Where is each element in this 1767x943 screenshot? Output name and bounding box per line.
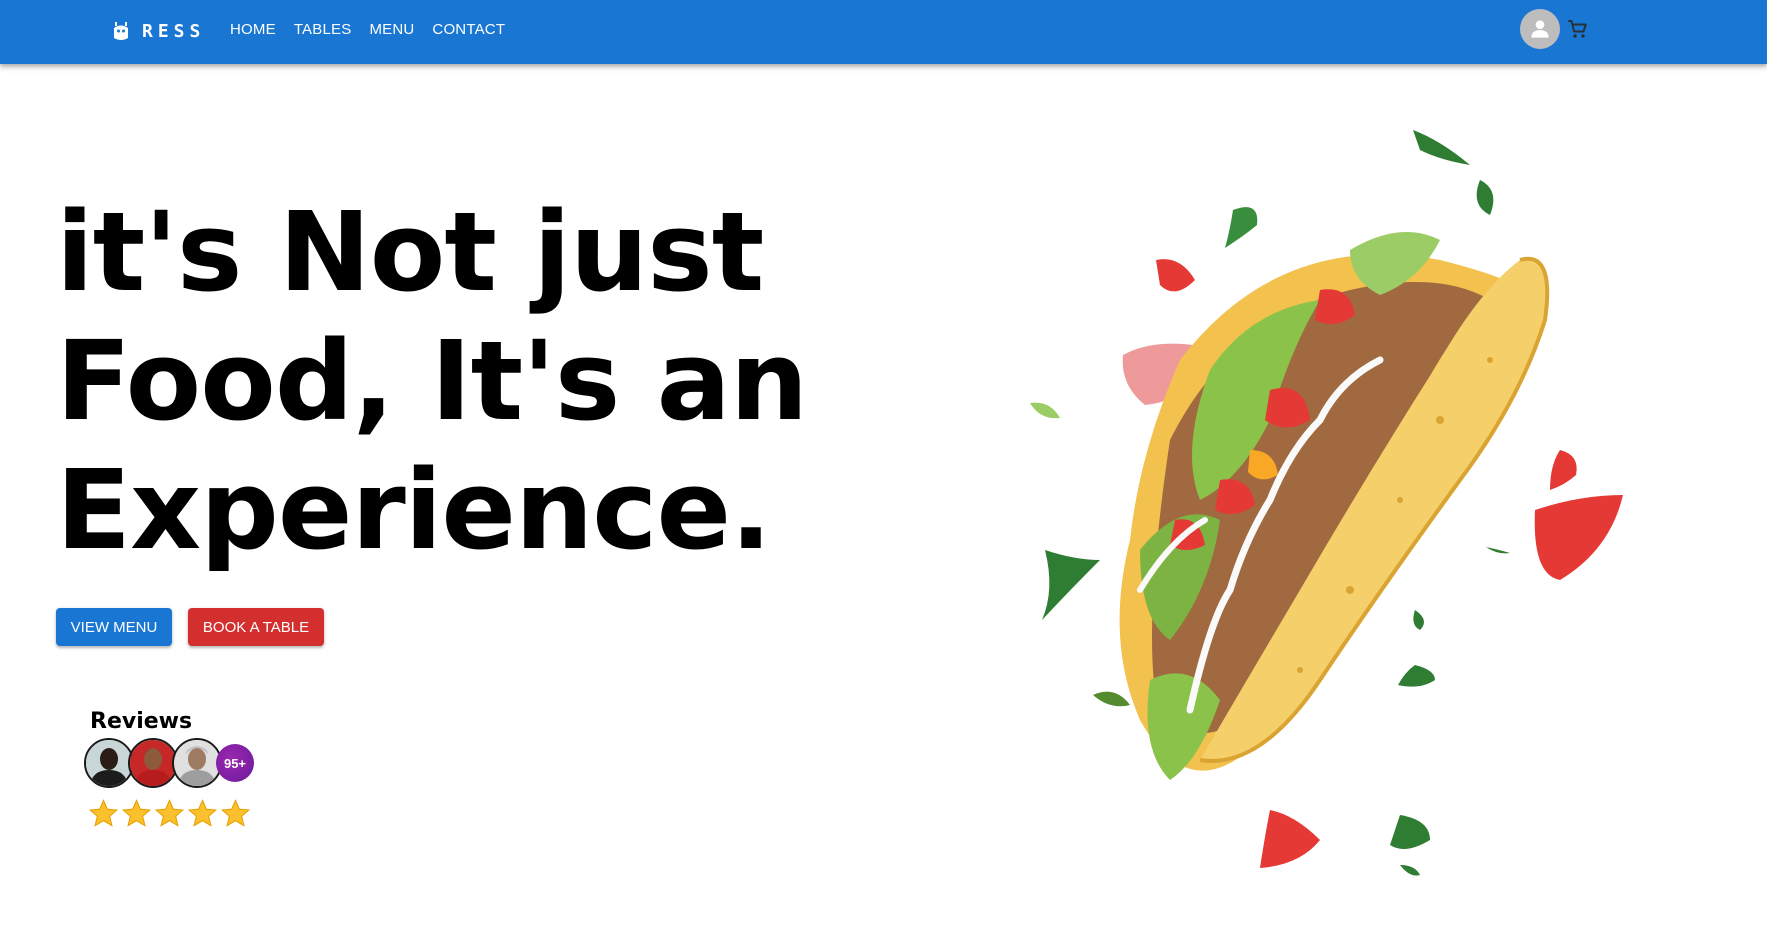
reviews-title: Reviews xyxy=(90,709,193,734)
star-icon xyxy=(88,799,119,827)
star-icon xyxy=(154,799,185,827)
hero-title: it's Not just Food, It's an Experience. xyxy=(56,188,816,575)
account-avatar-button[interactable] xyxy=(1520,9,1560,49)
nav-contact[interactable]: CONTACT xyxy=(423,16,514,43)
rating-stars xyxy=(87,798,252,830)
hero-title-line: Experience. xyxy=(56,446,772,574)
star-icon xyxy=(220,799,251,827)
nav-menu[interactable]: MENU xyxy=(360,16,423,43)
star-icon xyxy=(121,799,152,827)
taco-hero-image xyxy=(1030,130,1623,876)
nav-home[interactable]: HOME xyxy=(221,16,285,43)
app-bar: RESS HOME TABLES MENU CONTACT xyxy=(0,0,1767,64)
hero-title-line: it's Not just xyxy=(56,188,764,316)
logo-bot-icon xyxy=(114,22,128,40)
reviewer-avatar xyxy=(84,738,134,788)
reviewer-avatars: 95+ xyxy=(84,738,254,788)
book-table-button[interactable]: BOOK A TABLE xyxy=(188,608,324,646)
nav-tables[interactable]: TABLES xyxy=(285,16,361,43)
star-icon xyxy=(187,799,218,827)
reviewer-avatar xyxy=(128,738,178,788)
hero-title-line: Food, It's an xyxy=(56,317,808,445)
reviewer-avatar xyxy=(172,738,222,788)
brand[interactable]: RESS xyxy=(112,19,205,43)
main-nav: HOME TABLES MENU CONTACT xyxy=(221,16,514,43)
brand-name: RESS xyxy=(142,20,206,42)
review-count-badge: 95+ xyxy=(216,744,254,782)
cart-icon[interactable] xyxy=(1566,17,1590,41)
account-icon xyxy=(1531,20,1549,38)
view-menu-button[interactable]: VIEW MENU xyxy=(56,608,172,646)
